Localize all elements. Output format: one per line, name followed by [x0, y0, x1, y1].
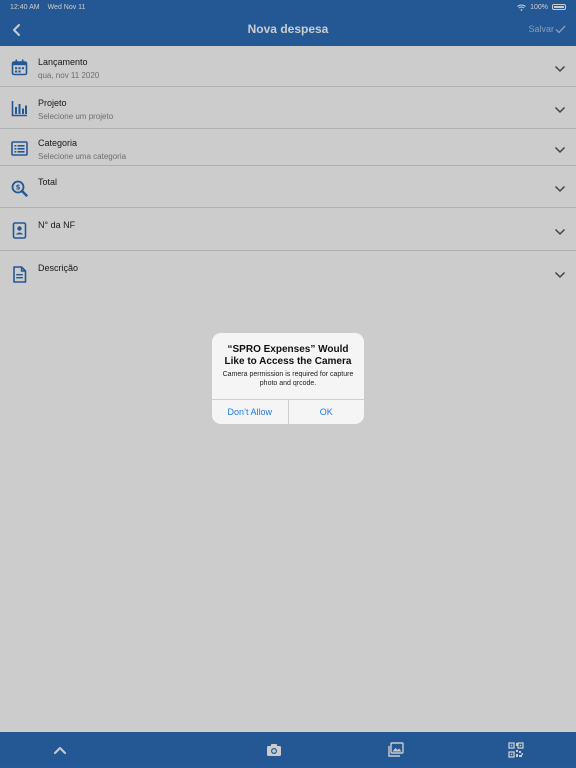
alert-title: “SPRO Expenses” Would Like to Access the…	[224, 344, 352, 367]
ok-button[interactable]: OK	[289, 400, 365, 424]
camera-permission-alert: “SPRO Expenses” Would Like to Access the…	[212, 333, 364, 424]
alert-button-row: Don’t Allow OK	[212, 399, 364, 424]
alert-message: Camera permission is required for captur…	[222, 371, 354, 387]
dont-allow-button[interactable]: Don’t Allow	[212, 400, 289, 424]
